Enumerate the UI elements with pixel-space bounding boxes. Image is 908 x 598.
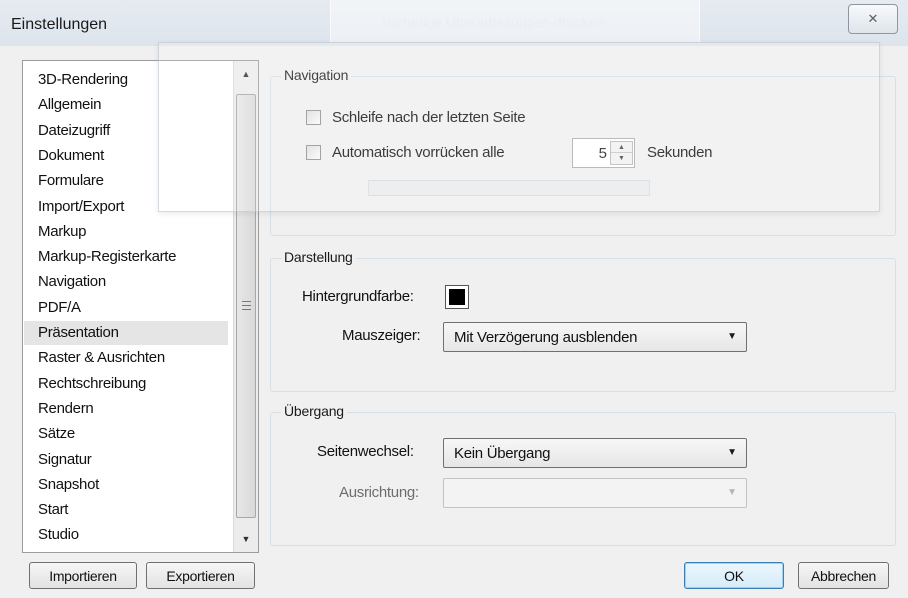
category-item[interactable]: Rechtschreibung [24,372,228,396]
auto-advance-label: Automatisch vorrücken alle [332,144,505,161]
window-title: Einstellungen [11,16,108,33]
chevron-up-icon: ▲ [241,69,251,79]
category-item[interactable]: Studio [24,523,228,547]
display-group-label: Darstellung [281,249,356,265]
auto-advance-checkbox[interactable] [306,145,321,160]
grip-icon [242,301,251,310]
category-item[interactable]: Snapshot [24,473,228,497]
category-item[interactable]: Sätze [24,422,228,446]
transition-group-label: Übergang [281,403,347,419]
direction-label: Ausrichtung: [339,484,419,501]
category-item[interactable]: Raster & Ausrichten [24,346,228,370]
chevron-up-icon: ▲ [618,143,625,151]
chevron-down-icon: ▼ [727,447,737,458]
close-icon: ✕ [867,11,879,26]
category-item[interactable]: Präsentation [24,321,228,345]
category-item[interactable]: Allgemein [24,93,228,117]
direction-select[interactable]: ▼ [443,478,747,508]
scroll-thumb[interactable] [236,94,256,518]
seconds-stepper[interactable]: 5 ▲ ▼ [572,138,635,168]
cursor-select-value: Mit Verzögerung ausblenden [454,329,638,346]
page-change-select[interactable]: Kein Übergang ▼ [443,438,747,468]
category-scrollbar[interactable]: ▲ ▼ [233,61,258,552]
category-item[interactable]: Dokument [24,144,228,168]
category-list[interactable]: 3D-Rendering Allgemein Dateizugriff Dokumen… [22,60,259,553]
chevron-down-icon: ▼ [241,534,251,544]
ok-button[interactable]: OK [684,562,784,589]
stepper-up-button[interactable]: ▲ [611,142,632,153]
background-color-button[interactable] [445,285,469,309]
cancel-button[interactable]: Abbrechen [798,562,889,589]
export-button[interactable]: Exportieren [146,562,255,589]
seconds-value[interactable]: 5 [573,145,607,162]
category-item[interactable]: 3D-Rendering [24,68,228,92]
ghost-window-title: Vorherige Überarbeitungen drucken [382,14,604,30]
category-item[interactable]: Import/Export [24,195,228,219]
chevron-down-icon: ▼ [727,331,737,342]
loop-checkbox[interactable] [306,110,321,125]
navigation-group-label: Navigation [281,67,352,83]
category-item[interactable]: Dateizugriff [24,119,228,143]
color-swatch-fill [449,289,465,305]
cursor-label: Mauszeiger: [342,327,421,344]
stepper-down-button[interactable]: ▼ [611,153,632,164]
page-change-label: Seitenwechsel: [317,443,414,460]
category-item[interactable]: Signatur [24,448,228,472]
scroll-down-button[interactable]: ▼ [234,528,258,550]
stepper-buttons: ▲ ▼ [610,141,633,165]
chevron-down-icon: ▼ [618,155,625,162]
category-item[interactable]: Rendern [24,397,228,421]
loop-label: Schleife nach der letzten Seite [332,109,526,126]
chevron-down-icon: ▼ [727,487,737,498]
title-bar: Vorherige Überarbeitungen drucken Einste… [0,0,908,46]
category-item[interactable]: PDF/A [24,296,228,320]
category-item[interactable]: Formulare [24,169,228,193]
cursor-select[interactable]: Mit Verzögerung ausblenden ▼ [443,322,747,352]
scroll-up-button[interactable]: ▲ [234,63,258,85]
close-button[interactable]: ✕ [848,4,898,34]
import-button[interactable]: Importieren [29,562,137,589]
category-item[interactable]: Markup [24,220,228,244]
category-item[interactable]: Markup-Registerkarte [24,245,228,269]
seconds-label: Sekunden [647,144,713,161]
category-item[interactable]: Navigation [24,270,228,294]
page-change-select-value: Kein Übergang [454,445,551,462]
category-item[interactable]: Start [24,498,228,522]
background-color-label: Hintergrundfarbe: [302,288,414,305]
